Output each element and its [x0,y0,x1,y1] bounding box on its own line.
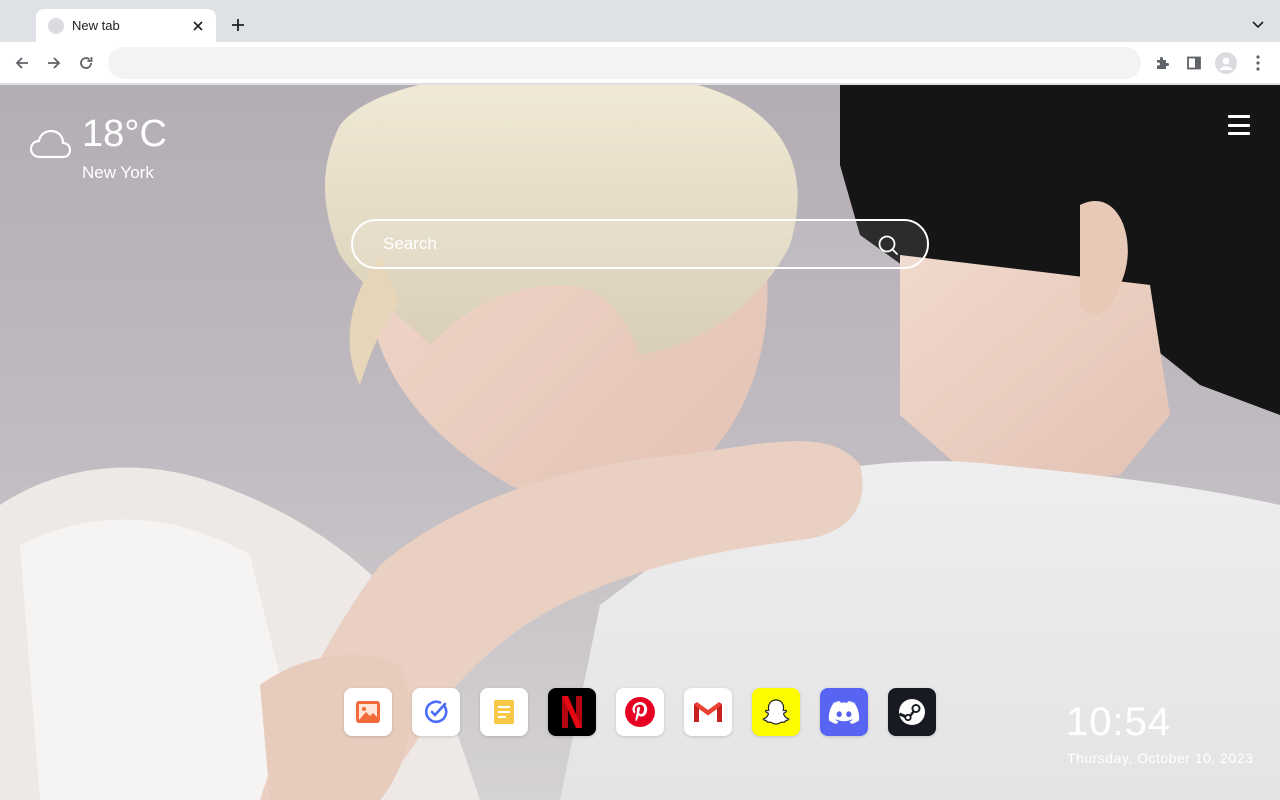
side-panel-icon[interactable] [1182,51,1206,75]
chevron-down-icon[interactable] [1246,13,1270,37]
menu-line [1228,132,1250,135]
kebab-menu-icon[interactable] [1246,51,1270,75]
pinterest-app-button[interactable] [616,688,664,736]
reload-icon[interactable] [74,51,98,75]
search-icon[interactable] [877,234,899,256]
menu-line [1228,123,1250,127]
arrow-right-icon[interactable] [42,51,66,75]
search-box [351,219,929,269]
steam-app-button[interactable] [888,688,936,736]
netflix-icon [562,696,582,728]
tasks-app-button[interactable] [412,688,460,736]
tab-title: New tab [72,18,120,33]
temperature-value: 18°C [82,113,167,155]
menu-line [1228,115,1250,118]
gmail-icon [694,702,722,722]
snapchat-icon [762,699,790,725]
hamburger-menu-icon[interactable] [1228,115,1250,135]
city-name: New York [82,163,154,182]
clock-date: Thursday, October 10, 2023 [1067,750,1254,766]
discord-app-button[interactable] [820,688,868,736]
clock-time: 10:54 [1066,700,1172,744]
tab-favicon-icon [48,17,64,34]
gallery-app-button[interactable] [344,688,392,736]
gmail-app-button[interactable] [684,688,732,736]
browser-toolbar [0,42,1280,84]
tab-new-tab[interactable]: New tab [36,9,216,42]
check-circle-icon [424,700,448,724]
cloud-icon [30,129,72,159]
arrow-left-icon[interactable] [10,51,34,75]
weather-widget[interactable]: 18°C New York [30,113,190,183]
app-dock [344,688,936,736]
notes-icon [494,700,514,724]
netflix-app-button[interactable] [548,688,596,736]
notes-app-button[interactable] [480,688,528,736]
puzzle-icon[interactable] [1150,51,1174,75]
steam-icon [898,699,925,725]
close-icon[interactable] [190,18,206,34]
new-tab-page: 18°C New York Search 10:54 Thursday, Oct… [0,85,1280,800]
gallery-icon [356,701,380,723]
snapchat-app-button[interactable] [752,688,800,736]
tab-strip: New tab [0,0,1280,42]
discord-icon [828,701,860,724]
profile-avatar-icon[interactable] [1214,51,1238,75]
pinterest-icon [625,697,655,727]
omnibox-input[interactable] [108,47,1141,79]
search-input[interactable] [383,221,863,267]
plus-icon[interactable] [226,13,250,37]
